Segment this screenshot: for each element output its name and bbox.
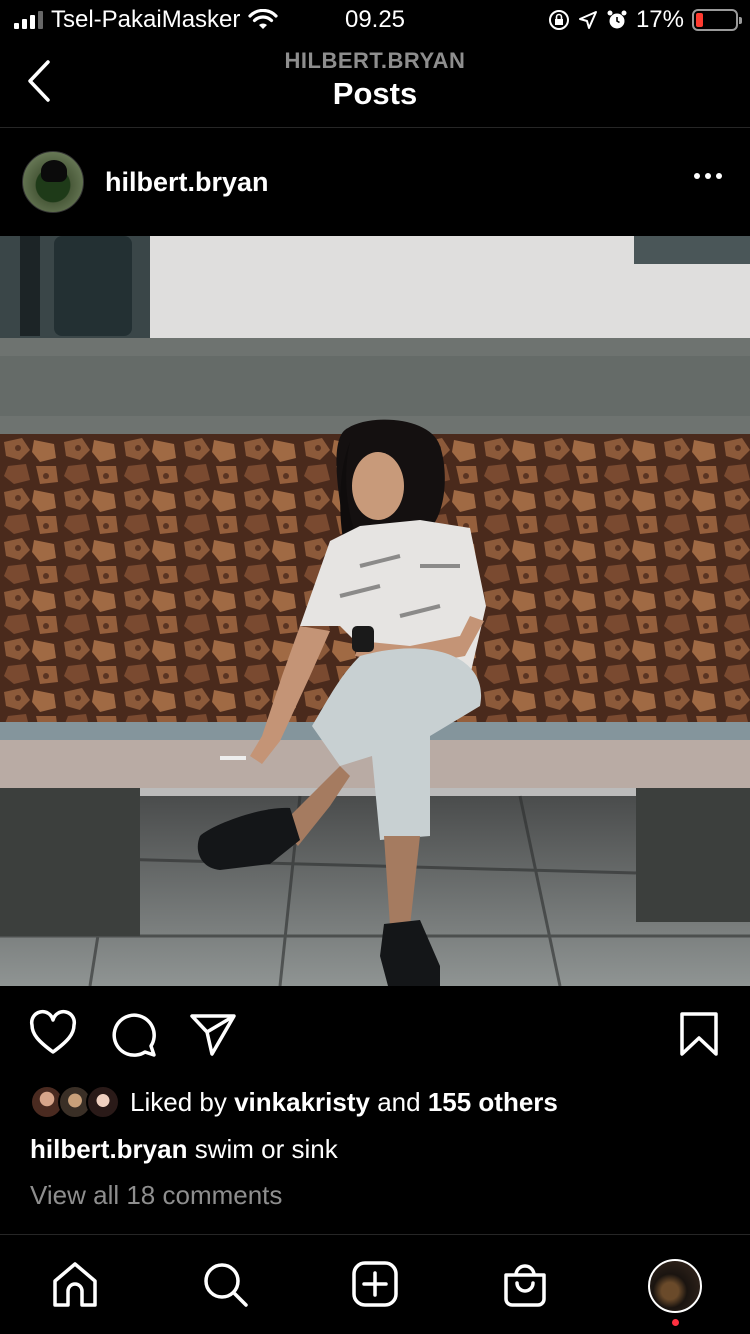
liked-by-prefix: Liked by bbox=[130, 1086, 227, 1117]
comment-icon bbox=[112, 1013, 156, 1057]
battery-percent: 17% bbox=[635, 6, 684, 33]
avatar[interactable] bbox=[22, 151, 84, 213]
post-username[interactable]: hilbert.bryan bbox=[105, 167, 269, 198]
caption-username[interactable]: hilbert.bryan bbox=[30, 1134, 187, 1164]
liked-by-others[interactable]: 155 others bbox=[428, 1087, 558, 1118]
post-actions bbox=[0, 1008, 750, 1064]
liker-avatars bbox=[30, 1084, 122, 1120]
save-button[interactable] bbox=[674, 1008, 724, 1060]
home-icon bbox=[53, 1262, 97, 1307]
bottom-tab-bar bbox=[0, 1234, 750, 1334]
location-icon bbox=[578, 11, 597, 29]
tab-profile[interactable] bbox=[648, 1259, 702, 1313]
shopping-bag-icon bbox=[504, 1264, 546, 1307]
plus-square-icon bbox=[352, 1261, 398, 1307]
orientation-lock-icon bbox=[548, 10, 569, 30]
heart-icon bbox=[29, 1010, 77, 1054]
battery-icon bbox=[692, 9, 742, 31]
bookmark-icon bbox=[680, 1012, 718, 1056]
status-right: 17% bbox=[548, 6, 742, 34]
view-comments-link[interactable]: View all 18 comments bbox=[30, 1180, 282, 1211]
post-image[interactable] bbox=[0, 236, 750, 986]
status-bar: Tsel-PakaiMasker 09.25 17% bbox=[0, 0, 750, 40]
header-username: HILBERT.BRYAN bbox=[284, 48, 466, 73]
post-photo-illustration bbox=[0, 236, 750, 986]
comment-button[interactable] bbox=[108, 1008, 158, 1060]
paper-plane-icon bbox=[190, 1014, 236, 1056]
nav-header: HILBERT.BRYAN Posts bbox=[0, 40, 750, 128]
more-options-button[interactable] bbox=[694, 173, 722, 179]
tab-shop[interactable] bbox=[500, 1259, 550, 1309]
post-caption: hilbert.bryan swim or sink bbox=[30, 1134, 338, 1165]
avatar bbox=[86, 1085, 120, 1119]
like-button[interactable] bbox=[28, 1008, 78, 1060]
share-button[interactable] bbox=[188, 1008, 238, 1060]
alarm-icon bbox=[607, 10, 627, 29]
tab-search[interactable] bbox=[200, 1259, 250, 1309]
likes-summary[interactable]: Liked by vinkakristy and 155 others bbox=[30, 1082, 558, 1122]
search-icon bbox=[204, 1263, 248, 1307]
liked-by-user[interactable]: vinkakristy bbox=[234, 1087, 370, 1118]
liked-by-and: and bbox=[377, 1086, 421, 1117]
caption-text: swim or sink bbox=[194, 1134, 338, 1164]
tab-create[interactable] bbox=[350, 1259, 400, 1309]
post-header: hilbert.bryan bbox=[0, 129, 750, 235]
notification-dot bbox=[672, 1319, 679, 1326]
tab-home[interactable] bbox=[50, 1259, 100, 1309]
page-title: Posts bbox=[332, 76, 418, 111]
more-horizontal-icon bbox=[694, 173, 700, 179]
